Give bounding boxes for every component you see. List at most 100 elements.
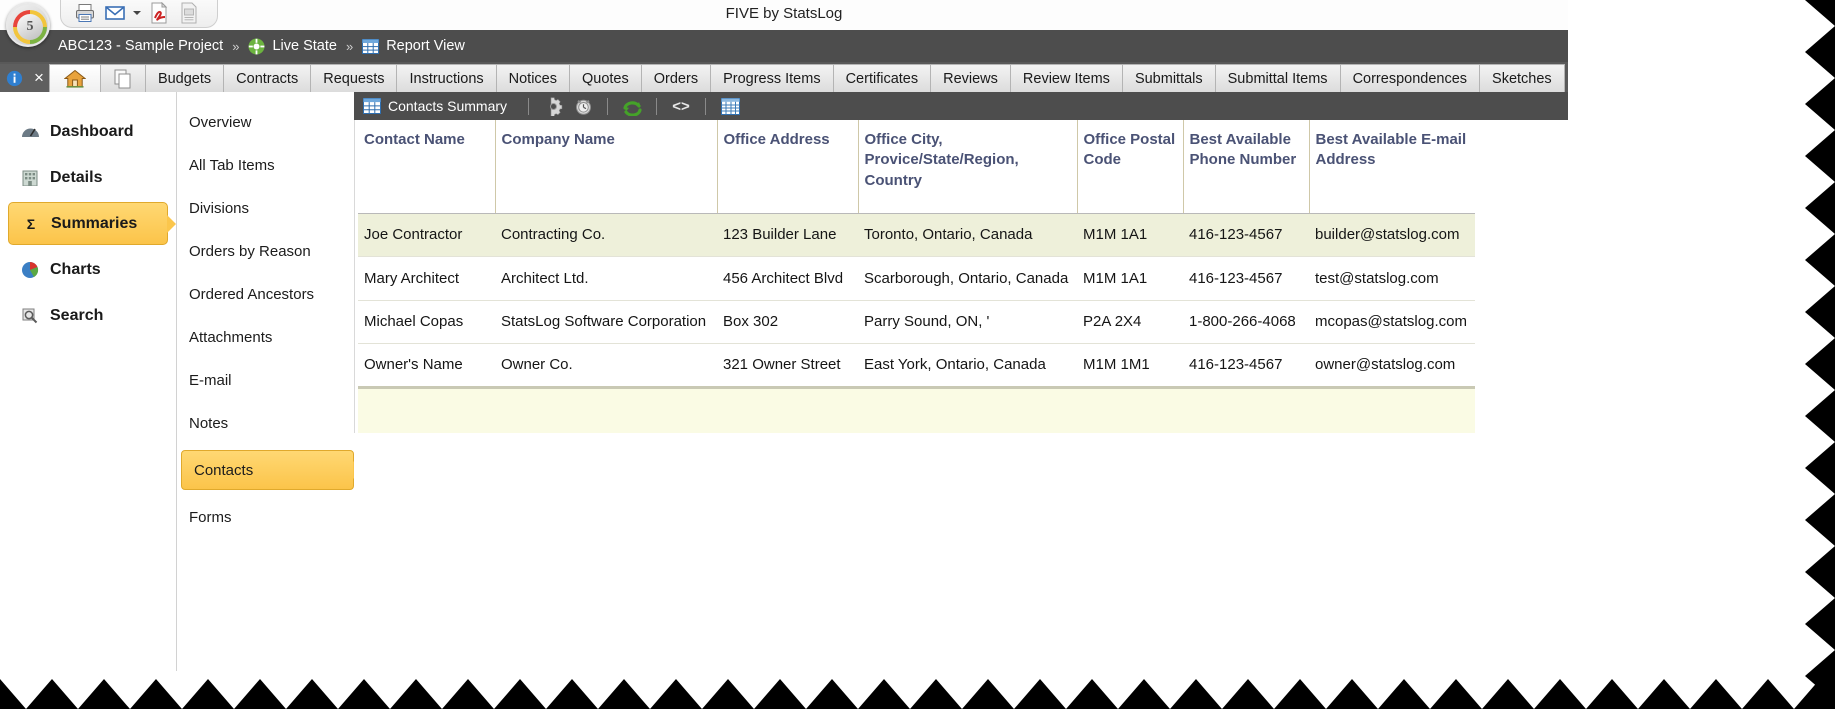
tab-review-items[interactable]: Review Items [1009,64,1123,92]
code-icon[interactable]: <> [666,94,696,118]
tab-progress-items[interactable]: Progress Items [710,64,834,92]
column-header-company-name[interactable]: Company Name [495,120,718,214]
sidebar-item-summaries[interactable]: Σ Summaries [8,202,176,245]
tab-quotes[interactable]: Quotes [569,64,642,92]
column-header-contact-name[interactable]: Contact Name [358,120,496,214]
contacts-summary-table: Contact Name Company Name Office Address… [358,120,1475,389]
breadcrumb-report-view[interactable]: Report View [362,38,465,54]
subnav-item-email[interactable]: E-mail [177,364,354,396]
column-header-office-address[interactable]: Office Address [717,120,859,214]
tab-requests[interactable]: Requests [310,64,398,92]
breadcrumb-live-state[interactable]: Live State [248,38,337,55]
table-row[interactable]: Joe Contractor Contracting Co. 123 Build… [358,213,1475,257]
subnav-item-notes[interactable]: Notes [177,407,354,439]
copy-tab[interactable] [99,64,146,92]
clock-icon[interactable] [568,94,598,118]
column-header-phone-number[interactable]: Best Available Phone Number [1183,120,1310,214]
cell-company-name: Architect Ltd. [495,256,717,301]
report-title[interactable]: Contacts Summary [363,98,519,114]
subnav-item-contacts[interactable]: Contacts [181,450,362,490]
app-logo[interactable]: 5 [6,3,50,47]
sidebar-item-label: Charts [50,260,101,278]
magnifier-icon [20,306,40,326]
cell-company-name: StatsLog Software Corporation [495,300,717,344]
sidebar-item-details[interactable]: Details [8,156,168,199]
torn-edge-right [1805,0,1835,709]
column-header-office-city[interactable]: Office City, Provice/State/Region, Count… [858,120,1078,214]
cell-postal-code: P2A 2X4 [1077,300,1183,344]
tab-orders[interactable]: Orders [640,64,712,92]
cell-phone-number: 1-800-266-4068 [1183,300,1309,344]
tab-certificates[interactable]: Certificates [832,64,932,92]
subnav-item-orders-by-reason[interactable]: Orders by Reason [177,235,354,267]
body-area: Dashboard Details Σ Summaries Charts Sea… [0,92,1568,671]
live-state-icon [248,38,265,55]
subnav-item-label: Ordered Ancestors [189,285,315,303]
close-icon[interactable]: × [28,64,50,92]
sidebar-item-dashboard[interactable]: Dashboard [8,110,168,153]
cell-company-name: Owner Co. [495,343,717,389]
breadcrumb: ABC123 - Sample Project » Live State » R… [0,30,1568,62]
report-panel: Contacts Summary <> Contact Name Company… [354,92,1568,671]
tab-budgets[interactable]: Budgets [144,64,225,92]
subnav-item-label: Contacts [194,461,254,479]
subnav-item-overview[interactable]: Overview [177,106,354,138]
toolbar-divider [607,97,609,115]
column-header-email-address[interactable]: Best Available E-mail Address [1309,120,1475,214]
toolbar-divider [705,97,707,115]
sidebar-item-label: Dashboard [50,122,134,140]
subnav-item-ordered-ancestors[interactable]: Ordered Ancestors [177,278,354,310]
toolbar-divider [528,97,530,115]
tab-sketches[interactable]: Sketches [1479,64,1565,92]
tab-correspondences[interactable]: Correspondences [1339,64,1481,92]
cell-email-address: test@statslog.com [1309,256,1475,301]
sidebar-item-search[interactable]: Search [8,294,168,337]
tab-submittals[interactable]: Submittals [1121,64,1216,92]
table-view-icon[interactable] [715,94,745,118]
application-window: FIVE by StatsLog 5 ABC123 - Sample Proje… [0,0,1568,709]
title-bar: FIVE by StatsLog [0,0,1568,30]
tab-instructions[interactable]: Instructions [396,64,497,92]
gear-icon[interactable] [538,94,568,118]
subnav-item-all-tab-items[interactable]: All Tab Items [177,149,354,181]
window-title: FIVE by StatsLog [725,5,843,22]
tab-contracts[interactable]: Contracts [223,64,312,92]
cell-office-city: Parry Sound, ON, ' [858,300,1077,344]
cell-email-address: owner@statslog.com [1309,343,1475,389]
cell-office-address: 123 Builder Lane [717,213,858,257]
cell-office-address: 321 Owner Street [717,343,858,389]
grid-table-icon [363,98,381,114]
column-header-postal-code[interactable]: Office Postal Code [1077,120,1184,214]
tab-list: Budgets Contracts Requests Instructions … [144,64,1565,92]
cell-phone-number: 416-123-4567 [1183,256,1309,301]
subnav-item-label: Notes [189,414,229,432]
subnav-item-label: Orders by Reason [189,242,311,260]
report-toolbar: Contacts Summary <> [354,92,1568,120]
logo-digit: 5 [17,14,43,40]
home-icon [63,69,86,88]
info-icon[interactable] [0,64,29,92]
table-row[interactable]: Michael Copas StatsLog Software Corporat… [358,300,1475,344]
table-row[interactable]: Mary Architect Architect Ltd. 456 Archit… [358,256,1475,301]
cell-contact-name: Joe Contractor [358,213,495,257]
cell-contact-name: Mary Architect [358,256,495,301]
cell-email-address: builder@statslog.com [1309,213,1475,257]
cell-postal-code: M1M 1A1 [1077,256,1183,301]
subnav-item-label: Attachments [189,328,273,346]
subnav-item-forms[interactable]: Forms [177,501,354,533]
sidebar-item-label: Summaries [51,214,138,232]
breadcrumb-project[interactable]: ABC123 - Sample Project [58,38,223,54]
building-icon [20,168,40,188]
home-tab[interactable] [48,64,101,92]
refresh-icon[interactable] [617,94,647,118]
subnav-item-divisions[interactable]: Divisions [177,192,354,224]
breadcrumb-separator-1: » [232,38,240,54]
tab-notices[interactable]: Notices [495,64,570,92]
tab-reviews[interactable]: Reviews [930,64,1011,92]
sigma-icon: Σ [26,215,36,232]
sidebar-item-charts[interactable]: Charts [8,248,168,291]
subnav-item-attachments[interactable]: Attachments [177,321,354,353]
table-row[interactable]: Owner's Name Owner Co. 321 Owner Street … [358,343,1475,389]
report-title-label: Contacts Summary [388,98,508,114]
tab-submittal-items[interactable]: Submittal Items [1214,64,1341,92]
